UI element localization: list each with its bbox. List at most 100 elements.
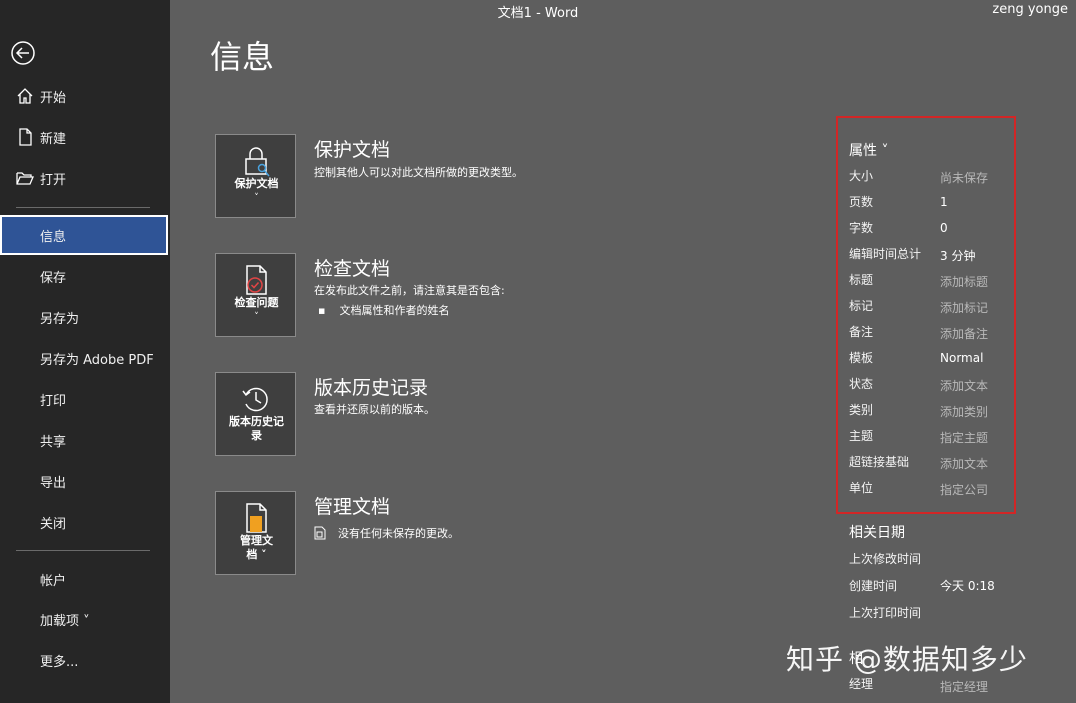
nav-new[interactable]: 新建: [0, 117, 170, 157]
prop-key: 备注: [849, 325, 874, 339]
bullet-marker: ▪: [318, 304, 340, 317]
prop-key: 编辑时间总计: [849, 247, 922, 261]
nav-more[interactable]: 更多...: [0, 640, 170, 680]
nav-share-label: 共享: [40, 434, 67, 450]
protect-document-button[interactable]: 保护文档 ˅: [215, 134, 296, 218]
version-history-button-label: 版本历史记 录: [216, 415, 297, 443]
nav-close[interactable]: 关闭: [0, 502, 170, 542]
nav-open-label: 打开: [40, 172, 67, 188]
nav-addins-label: 加载项 ˅: [40, 613, 90, 629]
prop-value: 尚未保存: [940, 171, 989, 185]
date-key: 创建时间: [849, 579, 898, 593]
prop-value: Normal: [940, 351, 984, 365]
nav-share[interactable]: 共享: [0, 420, 170, 460]
prop-key: 超链接基础: [849, 455, 910, 469]
nav-home[interactable]: 开始: [0, 76, 170, 116]
date-value: 今天 0:18: [940, 579, 995, 593]
version-history-label-line2: 录: [251, 429, 262, 442]
version-history-title: 版本历史记录: [314, 377, 429, 399]
chevron-down-icon: ˅: [254, 193, 259, 203]
prop-value-input[interactable]: 添加备注: [940, 325, 988, 342]
prop-key: 大小: [849, 169, 874, 183]
nav-info[interactable]: 信息: [0, 215, 168, 255]
back-arrow-icon[interactable]: [10, 40, 36, 66]
date-key: 上次打印时间: [849, 606, 922, 620]
prop-key: 模板: [849, 351, 874, 365]
prop-value: 3 分钟: [940, 249, 976, 263]
properties-dropdown[interactable]: 属性 ˅: [849, 140, 888, 160]
nav-divider: [16, 207, 150, 208]
nav-save[interactable]: 保存: [0, 256, 170, 296]
nav-save-as[interactable]: 另存为: [0, 297, 170, 337]
chevron-down-icon: ˅: [254, 312, 259, 322]
lock-key-icon: [245, 147, 270, 177]
check-issues-button-label: 检查问题: [234, 296, 279, 309]
manage-document-button-label: 管理文 档 ˅: [216, 534, 297, 562]
manage-document-title: 管理文档: [314, 496, 391, 518]
prop-key: 标题: [849, 273, 874, 287]
manage-document-icon: [246, 503, 267, 533]
nav-save-as-pdf-label: 另存为 Adobe PDF: [40, 352, 154, 368]
manage-document-button[interactable]: 管理文 档 ˅: [215, 491, 296, 575]
manager-value-input[interactable]: 指定经理: [940, 678, 988, 695]
nav-account[interactable]: 帐户: [0, 559, 170, 599]
watermark: 知乎 @数据知多少: [786, 643, 1028, 676]
nav-info-label: 信息: [40, 229, 67, 245]
prop-value-input[interactable]: 指定主题: [940, 429, 988, 446]
nav-new-label: 新建: [40, 131, 67, 147]
new-document-icon: [19, 128, 32, 146]
prop-value-input[interactable]: 添加标题: [940, 273, 988, 290]
prop-value-input[interactable]: 添加文本: [940, 377, 988, 394]
nav-more-label: 更多...: [40, 654, 79, 670]
prop-value: 1: [940, 195, 948, 209]
prop-value: 0: [940, 221, 948, 235]
prop-value-input[interactable]: 指定公司: [940, 481, 988, 498]
nav-print-label: 打印: [40, 393, 67, 409]
nav-print[interactable]: 打印: [0, 379, 170, 419]
prop-key: 状态: [849, 377, 874, 391]
nav-save-as-label: 另存为: [40, 311, 80, 327]
prop-value-input[interactable]: 添加标记: [940, 299, 988, 316]
nav-addins[interactable]: 加载项 ˅: [0, 599, 170, 639]
inspect-document-desc: 在发布此文件之前，请注意其是否包含:: [314, 284, 505, 297]
backstage-sidebar: 开始 新建 打开 信息 保存 另存为 另存为 Adobe PDF 打印 共享 导…: [0, 0, 170, 703]
nav-home-label: 开始: [40, 90, 67, 106]
manage-document-label-line2: 档 ˅: [246, 548, 267, 561]
date-key: 上次修改时间: [849, 552, 922, 566]
inspect-bullet-item: ▪ 文档属性和作者的姓名: [318, 302, 449, 318]
protect-document-desc: 控制其他人可以对此文档所做的更改类型。: [314, 166, 523, 179]
version-history-button[interactable]: 版本历史记 录: [215, 372, 296, 456]
nav-open[interactable]: 打开: [0, 158, 170, 198]
nav-save-as-pdf[interactable]: 另存为 Adobe PDF: [0, 338, 170, 378]
prop-key: 字数: [849, 221, 874, 235]
open-folder-icon: [16, 172, 34, 185]
prop-key: 标记: [849, 299, 874, 313]
nav-export-label: 导出: [40, 475, 67, 491]
prop-key: 主题: [849, 429, 874, 443]
user-name[interactable]: zeng yonge: [992, 2, 1068, 17]
prop-key: 类别: [849, 403, 874, 417]
version-history-desc: 查看并还原以前的版本。: [314, 403, 435, 416]
home-icon: [17, 88, 33, 104]
version-history-label-line1: 版本历史记: [229, 415, 284, 428]
related-dates-heading: 相关日期: [849, 525, 905, 541]
prop-key: 页数: [849, 195, 874, 209]
inspect-document-icon: [246, 265, 267, 295]
nav-account-label: 帐户: [40, 573, 67, 589]
manage-document-desc: 没有任何未保存的更改。: [338, 527, 459, 540]
history-clock-icon: [242, 387, 268, 412]
prop-value-input[interactable]: 添加文本: [940, 455, 988, 472]
manage-document-label-line1: 管理文: [240, 534, 273, 547]
manage-document-status: 没有任何未保存的更改。: [314, 525, 459, 541]
check-issues-button[interactable]: 检查问题 ˅: [215, 253, 296, 337]
inspect-document-title: 检查文档: [314, 258, 391, 280]
protect-document-button-label: 保护文档: [234, 177, 279, 190]
prop-value-input[interactable]: 添加类别: [940, 403, 988, 420]
page-title: 信息: [210, 38, 275, 76]
nav-export[interactable]: 导出: [0, 461, 170, 501]
prop-key: 单位: [849, 481, 874, 495]
nav-divider: [16, 550, 150, 551]
inspect-bullet-text: 文档属性和作者的姓名: [339, 304, 450, 317]
nav-close-label: 关闭: [40, 516, 67, 532]
nav-save-label: 保存: [40, 270, 67, 286]
